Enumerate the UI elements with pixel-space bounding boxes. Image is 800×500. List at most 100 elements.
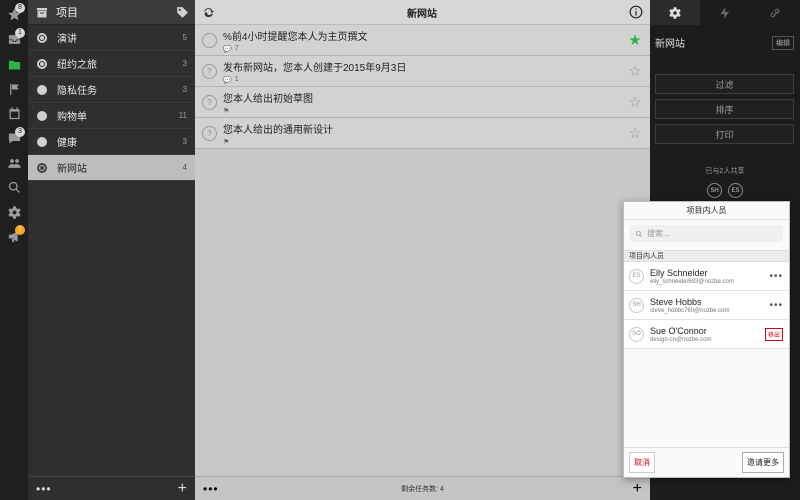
projects-button[interactable] [0,52,28,76]
news-badge: ! [15,225,25,235]
news-button[interactable]: ! [0,224,28,248]
shared-avatars: SH ES [650,183,800,198]
tab-settings[interactable] [650,0,700,25]
lightning-icon [720,6,730,19]
project-item[interactable]: 演讲 5 [28,25,195,51]
inbox-button[interactable]: 1 [0,27,28,51]
project-count: 4 [182,163,187,172]
add-project-button[interactable]: + [178,480,187,497]
member-row[interactable]: SO Sue O'Connor design-cn@nozbe.com 移出 [624,320,789,349]
avatar[interactable]: ES [728,183,743,198]
task-checkbox[interactable]: ? [202,63,217,79]
search-icon [8,181,20,193]
member-row[interactable]: SH Steve Hobbs steve_hobbs760@nozbe.com … [624,291,789,320]
search-icon [636,230,642,237]
team-icon [7,158,21,168]
cancel-button[interactable]: 取消 [629,452,655,473]
search-button[interactable] [0,175,28,199]
member-email: steve_hobbs760@nozbe.com [650,307,730,314]
invite-more-button[interactable]: 邀请更多 [742,452,784,473]
task-name: %前4小时提醒您本人为主页撰文 [223,31,368,43]
info-tabs [650,0,800,25]
members-section-header: 项目内人员 [624,250,789,262]
comment-icon: 💬 [223,45,232,53]
project-name: 健康 [57,138,77,149]
comments-badge: 3 [15,127,25,137]
task-row[interactable]: ? 您本人给出初始草图 ⚑ ☆ [195,87,650,118]
gear-icon [7,205,21,219]
avatar: SH [629,297,644,313]
member-row[interactable]: ES Elly Schneider elly_schneider693@nozb… [624,262,789,291]
priority-button[interactable]: 8 [0,2,28,26]
flag-small-icon: ⚑ [223,138,230,146]
task-meta: 1 [234,76,239,83]
project-name: 纽约之旅 [57,60,97,71]
member-name: Sue O'Connor [650,325,707,336]
project-item-selected[interactable]: 新网站 4 [28,155,195,181]
member-more-button[interactable]: ••• [769,271,783,282]
avatar[interactable]: SH [707,183,722,198]
print-button[interactable]: 打印 [655,124,794,144]
info-icon[interactable] [629,5,643,19]
remaining-count: 剩余任务数: 4 [401,485,444,493]
projects-box-icon [36,7,48,18]
categories-button[interactable] [0,77,28,101]
project-item[interactable]: 隐私任务 3 [28,77,195,103]
icon-rail: 8 1 3 ! [0,0,28,500]
star-outline-icon[interactable]: ☆ [627,93,643,111]
filter-button[interactable]: 过滤 [655,74,794,94]
member-name: Elly Schneider [650,267,708,278]
member-name: Steve Hobbs [650,296,702,307]
task-checkbox[interactable] [202,32,217,48]
project-dot-icon [37,110,47,121]
team-button[interactable] [0,151,28,175]
sync-icon[interactable] [202,6,215,19]
calendar-icon [9,106,19,119]
project-item[interactable]: 健康 3 [28,129,195,155]
member-more-button[interactable]: ••• [769,300,783,311]
avatar: SO [629,326,644,342]
star-outline-icon[interactable]: ☆ [627,62,643,80]
add-task-button[interactable]: + [633,480,642,497]
task-row[interactable]: %前4小时提醒您本人为主页撰文 💬 7 ★ [195,25,650,56]
link-icon [770,8,780,17]
avatar: ES [629,268,644,284]
project-title-row: 新网站 编辑 [650,25,800,50]
project-name: 演讲 [57,34,77,45]
remove-member-button[interactable]: 移出 [764,327,783,341]
edit-button[interactable]: 编辑 [772,35,794,50]
task-checkbox[interactable]: ? [202,94,217,110]
project-name: 新网站 [57,164,87,175]
project-name: 购物单 [57,112,87,123]
member-email: elly_schneider693@nozbe.com [650,278,734,285]
tab-actions[interactable] [700,0,750,25]
task-row[interactable]: ? 发布新网站，您本人创建于2015年9月3日 💬 1 ☆ [195,56,650,87]
comments-button[interactable]: 3 [0,126,28,150]
project-count: 5 [182,33,187,42]
task-list-panel: 新网站 %前4小时提醒您本人为主页撰文 💬 7 ★ ? 发布新网站，您本人创建于2… [195,0,650,500]
project-dot-icon [37,162,47,173]
star-outline-icon[interactable]: ☆ [627,124,643,142]
tab-links[interactable] [750,0,800,25]
tasks-more-button[interactable]: ••• [203,483,219,495]
sort-button[interactable]: 排序 [655,99,794,119]
member-email: design-cn@nozbe.com [650,336,712,343]
project-item[interactable]: 纽约之旅 3 [28,51,195,77]
task-row[interactable]: ? 您本人给出的通用新设计 ⚑ ☆ [195,118,650,149]
star-icon[interactable]: ★ [627,31,643,49]
settings-button[interactable] [0,200,28,224]
priority-badge: 8 [15,3,25,13]
flag-icon [9,83,19,95]
task-checkbox[interactable]: ? [202,125,217,141]
member-search-input[interactable] [647,229,777,238]
project-item[interactable]: 购物单 11 [28,103,195,129]
project-count: 3 [182,137,187,146]
projects-panel: 项目 演讲 5 纽约之旅 3 隐私任务 3 购物单 11 健康 3 新网站 4 … [28,0,195,500]
popover-footer: 取消 邀请更多 [624,447,789,477]
task-name: 发布新网站，您本人创建于2015年9月3日 [223,62,407,74]
projects-icon [8,60,20,69]
calendar-button[interactable] [0,101,28,125]
tag-icon[interactable] [176,6,189,19]
projects-more-button[interactable]: ••• [36,483,52,495]
tasks-title: 新网站 [407,8,437,20]
